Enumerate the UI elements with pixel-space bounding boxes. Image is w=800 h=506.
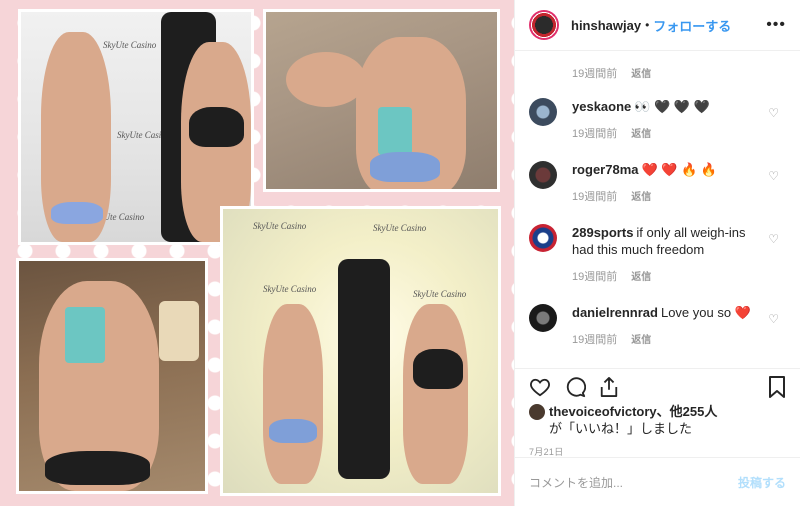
- comment-meta: 19週間前 返信: [572, 331, 790, 347]
- fighter-right-figure: [403, 304, 468, 484]
- comment-like-heart-icon[interactable]: ♡: [768, 312, 779, 326]
- comment-item: roger78ma ❤️ ❤️ 🔥 🔥 19週間前 返信 ♡: [529, 161, 790, 204]
- comment-text: ❤️ ❤️ 🔥 🔥: [641, 162, 718, 177]
- photo-weigh-in-faceoff: SkyUte Casino SkyUte Casino SkyUte Casin…: [18, 9, 254, 245]
- liker-avatar[interactable]: [529, 404, 545, 420]
- phone-shape: [378, 107, 412, 155]
- comment-time: 19週間前: [572, 271, 618, 283]
- post-comment-button[interactable]: 投稿する: [738, 474, 786, 491]
- comment-input-bar: コメントを追加... 投稿する: [515, 457, 800, 506]
- top-shape: [370, 152, 440, 182]
- comment-username[interactable]: yeskaone: [572, 99, 631, 114]
- comment-meta: 19週間前 返信: [572, 268, 790, 284]
- backdrop-logo-text: SkyUte Casino: [253, 221, 307, 231]
- likes-text: thevoiceofvictory、他255人 が「いいね！」しました: [549, 403, 717, 437]
- comment-username[interactable]: 289sports: [572, 225, 633, 240]
- separator-dot: •: [645, 18, 650, 32]
- fighter-left-shorts: [269, 419, 317, 443]
- comment-item: danielrennrad Love you so ❤️ 19週間前 返信 ♡: [529, 304, 790, 347]
- post-image[interactable]: SkyUte Casino SkyUte Casino SkyUte Casin…: [0, 0, 514, 506]
- comment-time: 19週間前: [572, 128, 618, 140]
- comment-item: yeskaone 👀 🖤 🖤 🖤 19週間前 返信 ♡: [529, 98, 790, 141]
- backdrop-logo-text: SkyUte Casino: [263, 284, 317, 294]
- phone-shape: [65, 307, 105, 363]
- heart-icon[interactable]: [529, 377, 551, 397]
- backdrop-logo-text: SkyUte Casino: [373, 223, 427, 233]
- lamp-shape: [159, 301, 199, 361]
- comment-item: 289sports if only all weigh-ins had this …: [529, 224, 790, 284]
- action-bar: [515, 371, 800, 403]
- likes-suffix: が「いいね！」しました: [549, 421, 693, 436]
- flexing-arm: [286, 52, 366, 107]
- comment-like-heart-icon[interactable]: ♡: [768, 232, 779, 246]
- comment-input[interactable]: コメントを追加...: [529, 474, 623, 491]
- post-sidebar: hinshawjay • フォローする ••• 19週間前 返信 yeskaon…: [514, 0, 800, 506]
- reply-button[interactable]: 返信: [631, 188, 651, 204]
- author-username[interactable]: hinshawjay: [571, 18, 641, 33]
- commenter-avatar[interactable]: [529, 98, 557, 126]
- comment-meta: 19週間前 返信: [572, 188, 790, 204]
- photo-mirror-selfie: [16, 258, 208, 494]
- fighter-right-top: [189, 107, 244, 147]
- commenter-avatar[interactable]: [529, 224, 557, 252]
- comment-text: 👀 🖤 🖤 🖤: [634, 99, 710, 114]
- comment-text: Love you so ❤️: [660, 305, 751, 320]
- comment-like-heart-icon[interactable]: ♡: [768, 169, 779, 183]
- liker-username[interactable]: thevoiceofvictory: [549, 404, 657, 419]
- photo-mirror-flex: [263, 9, 500, 192]
- comment-body: danielrennrad Love you so ❤️: [572, 304, 764, 321]
- comment-like-heart-icon[interactable]: ♡: [768, 106, 779, 120]
- post-actions: thevoiceofvictory、他255人 が「いいね！」しました 7月21…: [515, 368, 800, 458]
- comment-icon[interactable]: [564, 376, 586, 398]
- share-icon[interactable]: [599, 376, 619, 398]
- official-figure: [338, 259, 390, 479]
- comment-username[interactable]: roger78ma: [572, 162, 638, 177]
- comment-meta: 19週間前 返信: [572, 125, 790, 141]
- comment-username[interactable]: danielrennrad: [572, 305, 658, 320]
- comments-list[interactable]: 19週間前 返信 yeskaone 👀 🖤 🖤 🖤 19週間前 返信 ♡ roge…: [515, 50, 800, 368]
- likes-others-count[interactable]: 、他255人: [657, 404, 718, 419]
- comment-body: yeskaone 👀 🖤 🖤 🖤: [572, 98, 764, 115]
- comment-time: 19週間前: [572, 191, 618, 203]
- commenter-avatar[interactable]: [529, 304, 557, 332]
- reply-button[interactable]: 返信: [631, 268, 651, 284]
- photo-weigh-in-stage: SkyUte Casino SkyUte Casino SkyUte Casin…: [220, 206, 501, 496]
- comment-time: 19週間前: [572, 334, 618, 346]
- reply-button[interactable]: 返信: [631, 125, 651, 141]
- fighter-left-figure: [263, 304, 323, 484]
- backdrop-logo-text: SkyUte Casino: [413, 289, 467, 299]
- bookmark-icon[interactable]: [768, 376, 786, 398]
- post-date: 7月21日: [529, 447, 564, 457]
- follow-button[interactable]: フォローする: [653, 16, 731, 35]
- fighter-left-shorts: [51, 202, 103, 224]
- comment-body: 289sports if only all weigh-ins had this …: [572, 224, 764, 258]
- shorts-shape: [45, 451, 150, 485]
- backdrop-logo-text: SkyUte Casino: [103, 40, 157, 50]
- author-avatar[interactable]: [529, 10, 559, 40]
- comment-time: 19週間前: [572, 68, 618, 80]
- post-header: hinshawjay • フォローする •••: [515, 0, 800, 51]
- more-icon[interactable]: •••: [766, 16, 786, 34]
- likes-summary: thevoiceofvictory、他255人 が「いいね！」しました: [515, 403, 800, 437]
- fighter-right-top: [413, 349, 463, 389]
- commenter-avatar[interactable]: [529, 161, 557, 189]
- reply-button[interactable]: 返信: [631, 65, 651, 81]
- comment-body: roger78ma ❤️ ❤️ 🔥 🔥: [572, 161, 764, 178]
- reply-button[interactable]: 返信: [631, 331, 651, 347]
- comment-meta: 19週間前 返信: [572, 65, 651, 81]
